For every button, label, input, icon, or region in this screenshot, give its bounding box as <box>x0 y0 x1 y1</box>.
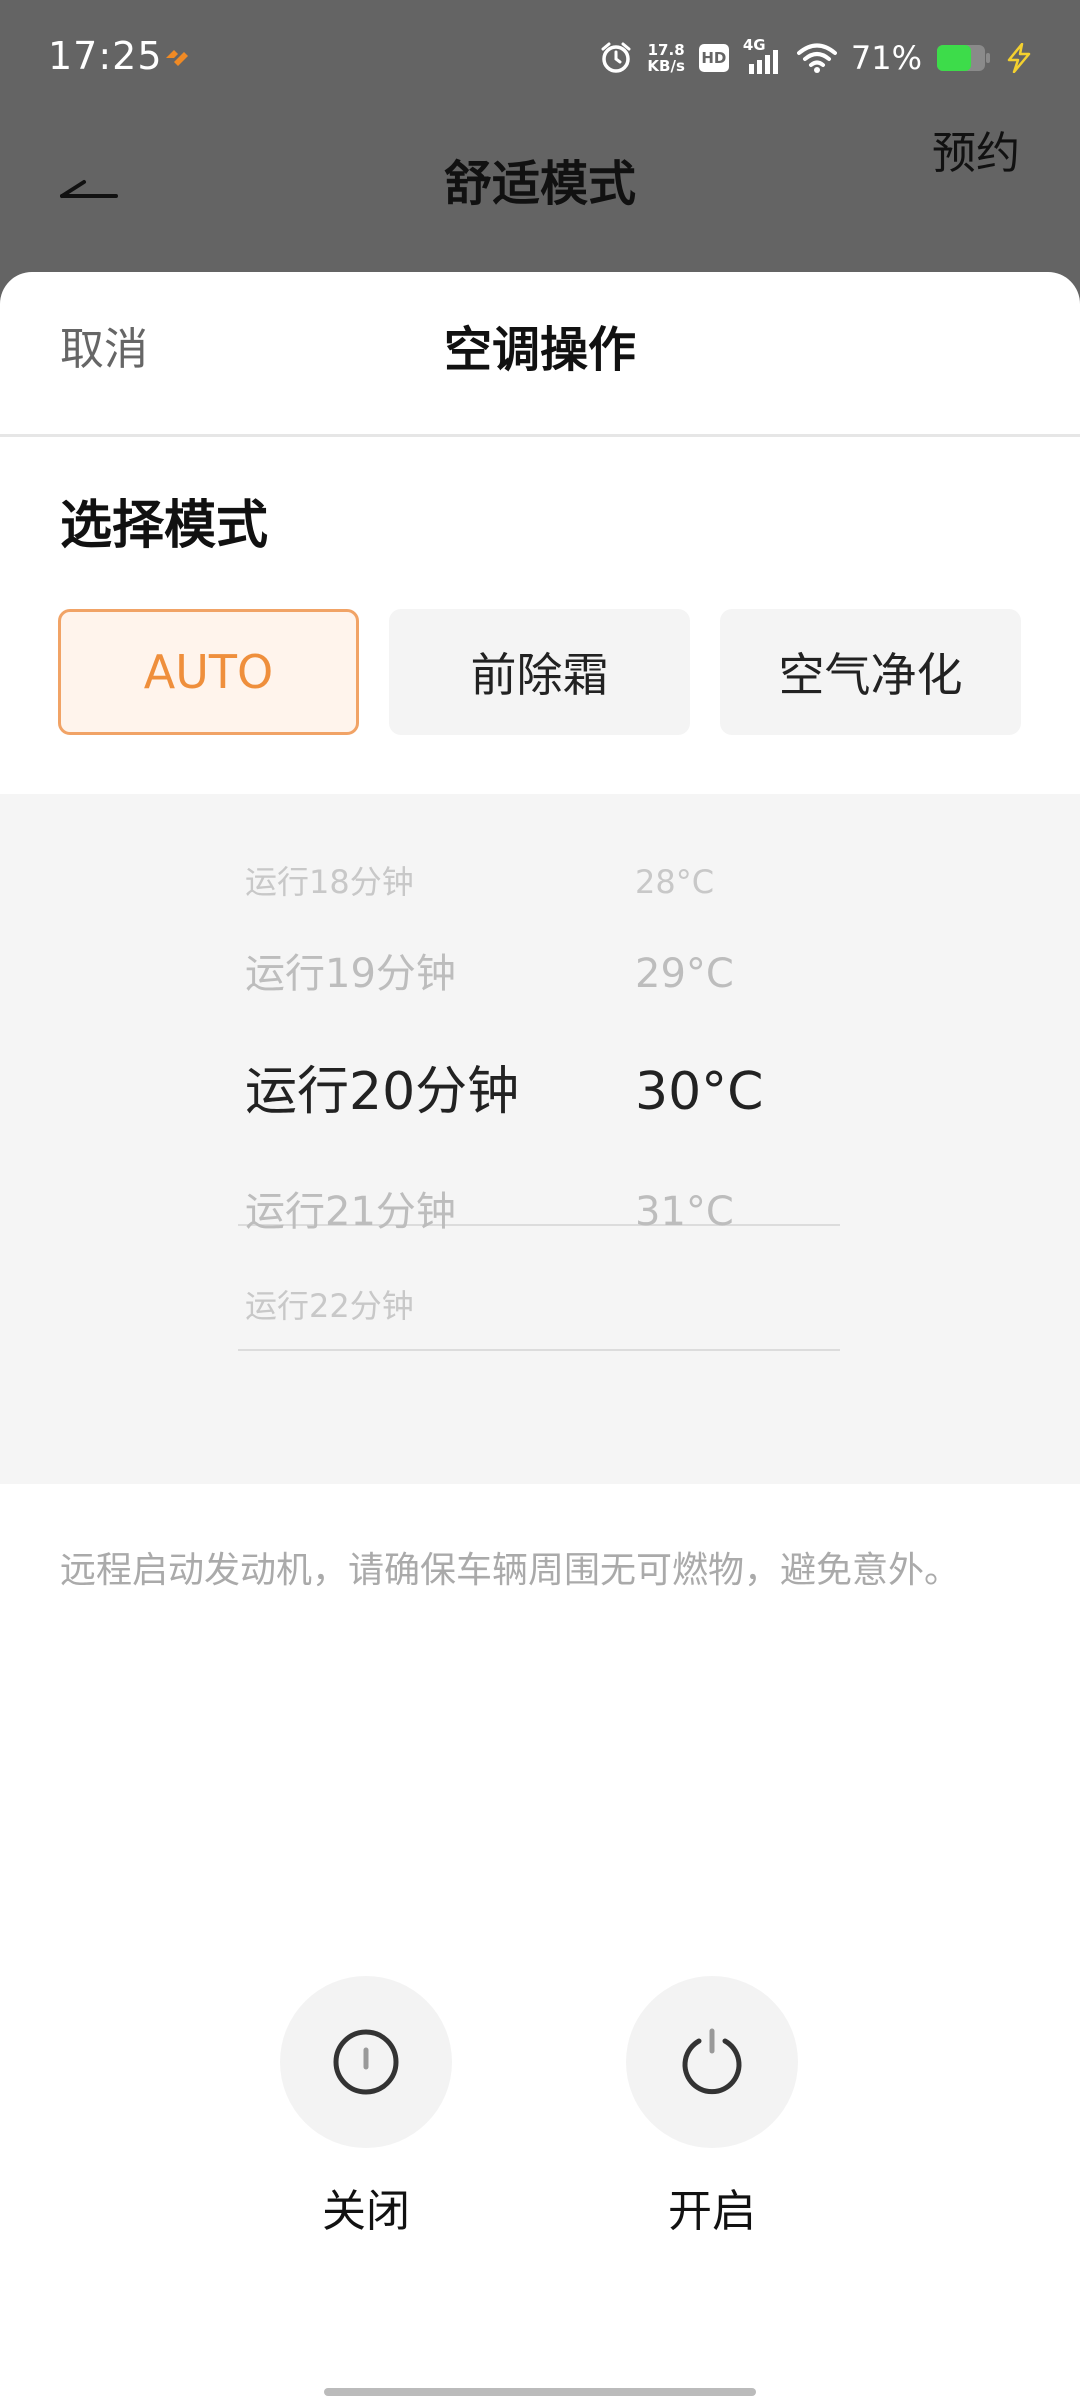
temperature-option[interactable]: 29°C <box>635 934 815 1014</box>
safety-notice: 远程启动发动机，请确保车辆周围无可燃物，避免意外。 <box>60 1550 961 1591</box>
turn-off-label: 关闭 <box>322 2186 410 2237</box>
status-bar: 17:25 17.8 KB/s HD 4G 71% <box>0 0 1080 116</box>
sheet-title: 空调操作 <box>443 322 636 378</box>
hd-badge: HD <box>698 44 729 72</box>
runtime-option[interactable]: 运行21分钟 <box>245 1172 540 1252</box>
status-time: 17:25 <box>48 34 163 78</box>
mode-option-air-purify[interactable]: 空气净化 <box>720 609 1021 735</box>
turn-on-control[interactable]: 开启 <box>626 1976 798 2242</box>
ac-operation-sheet: 取消 空调操作 选择模式 AUTO 前除霜 空气净化 运行18分钟 28°C 运… <box>0 272 1080 2400</box>
top-nav: 舒适模式 预约 <box>0 116 1080 272</box>
alarm-icon <box>601 42 631 73</box>
mode-option-front-defrost[interactable]: 前除霜 <box>389 609 690 735</box>
turn-on-button[interactable] <box>626 1976 798 2148</box>
runtime-option[interactable]: 运行18分钟 <box>245 842 540 922</box>
reserve-button[interactable]: 预约 <box>932 124 1020 184</box>
turn-on-label: 开启 <box>668 2186 756 2237</box>
battery-icon <box>937 45 990 71</box>
signal-bars-icon <box>748 50 778 74</box>
charging-icon <box>1007 43 1031 73</box>
network-speed-unit: KB/s <box>647 57 685 75</box>
picker-row-selected[interactable]: 运行20分钟 30°C <box>0 1052 1080 1132</box>
runtime-option[interactable]: 运行22分钟 <box>245 1266 540 1346</box>
network-speed: 17.8 KB/s <box>647 42 684 74</box>
wifi-icon <box>796 43 837 73</box>
runtime-temperature-picker[interactable]: 运行18分钟 28°C 运行19分钟 29°C 运行20分钟 30°C 运行21… <box>0 794 1080 1484</box>
turn-off-button[interactable] <box>280 1976 452 2148</box>
picker-divider-bottom <box>238 1349 840 1351</box>
picker-row[interactable]: 运行21分钟 31°C <box>0 1172 1080 1252</box>
temperature-option[interactable]: 31°C <box>635 1172 815 1252</box>
page-title: 舒适模式 <box>443 156 636 212</box>
status-icons: 17.8 KB/s HD 4G 71% <box>599 36 1032 80</box>
home-indicator[interactable] <box>324 2388 756 2396</box>
cellular-signal: 4G <box>743 36 783 76</box>
sheet-header: 取消 空调操作 <box>0 272 1080 437</box>
selected-runtime[interactable]: 运行20分钟 <box>245 1052 540 1132</box>
selected-temperature[interactable]: 30°C <box>635 1052 815 1132</box>
screen: 17:25 17.8 KB/s HD 4G 71% 舒适模式 预约 取消 空调操… <box>0 0 1080 2400</box>
picker-row[interactable]: 运行19分钟 29°C <box>0 934 1080 1014</box>
mode-option-auto[interactable]: AUTO <box>58 609 359 735</box>
runtime-option[interactable]: 运行19分钟 <box>245 934 540 1014</box>
picker-row[interactable]: 运行22分钟 <box>0 1266 1080 1346</box>
mode-selector: AUTO 前除霜 空气净化 <box>58 609 1022 735</box>
network-speed-value: 17.8 <box>647 41 685 59</box>
power-icon <box>682 2028 742 2095</box>
mode-section-title: 选择模式 <box>60 496 269 556</box>
picker-row[interactable]: 运行18分钟 28°C <box>0 842 1080 922</box>
turn-off-control[interactable]: 关闭 <box>280 1976 452 2242</box>
temperature-option[interactable]: 28°C <box>635 842 815 922</box>
battery-percent: 71% <box>850 39 922 77</box>
off-icon <box>333 2029 399 2095</box>
app-notification-icon <box>166 50 188 66</box>
